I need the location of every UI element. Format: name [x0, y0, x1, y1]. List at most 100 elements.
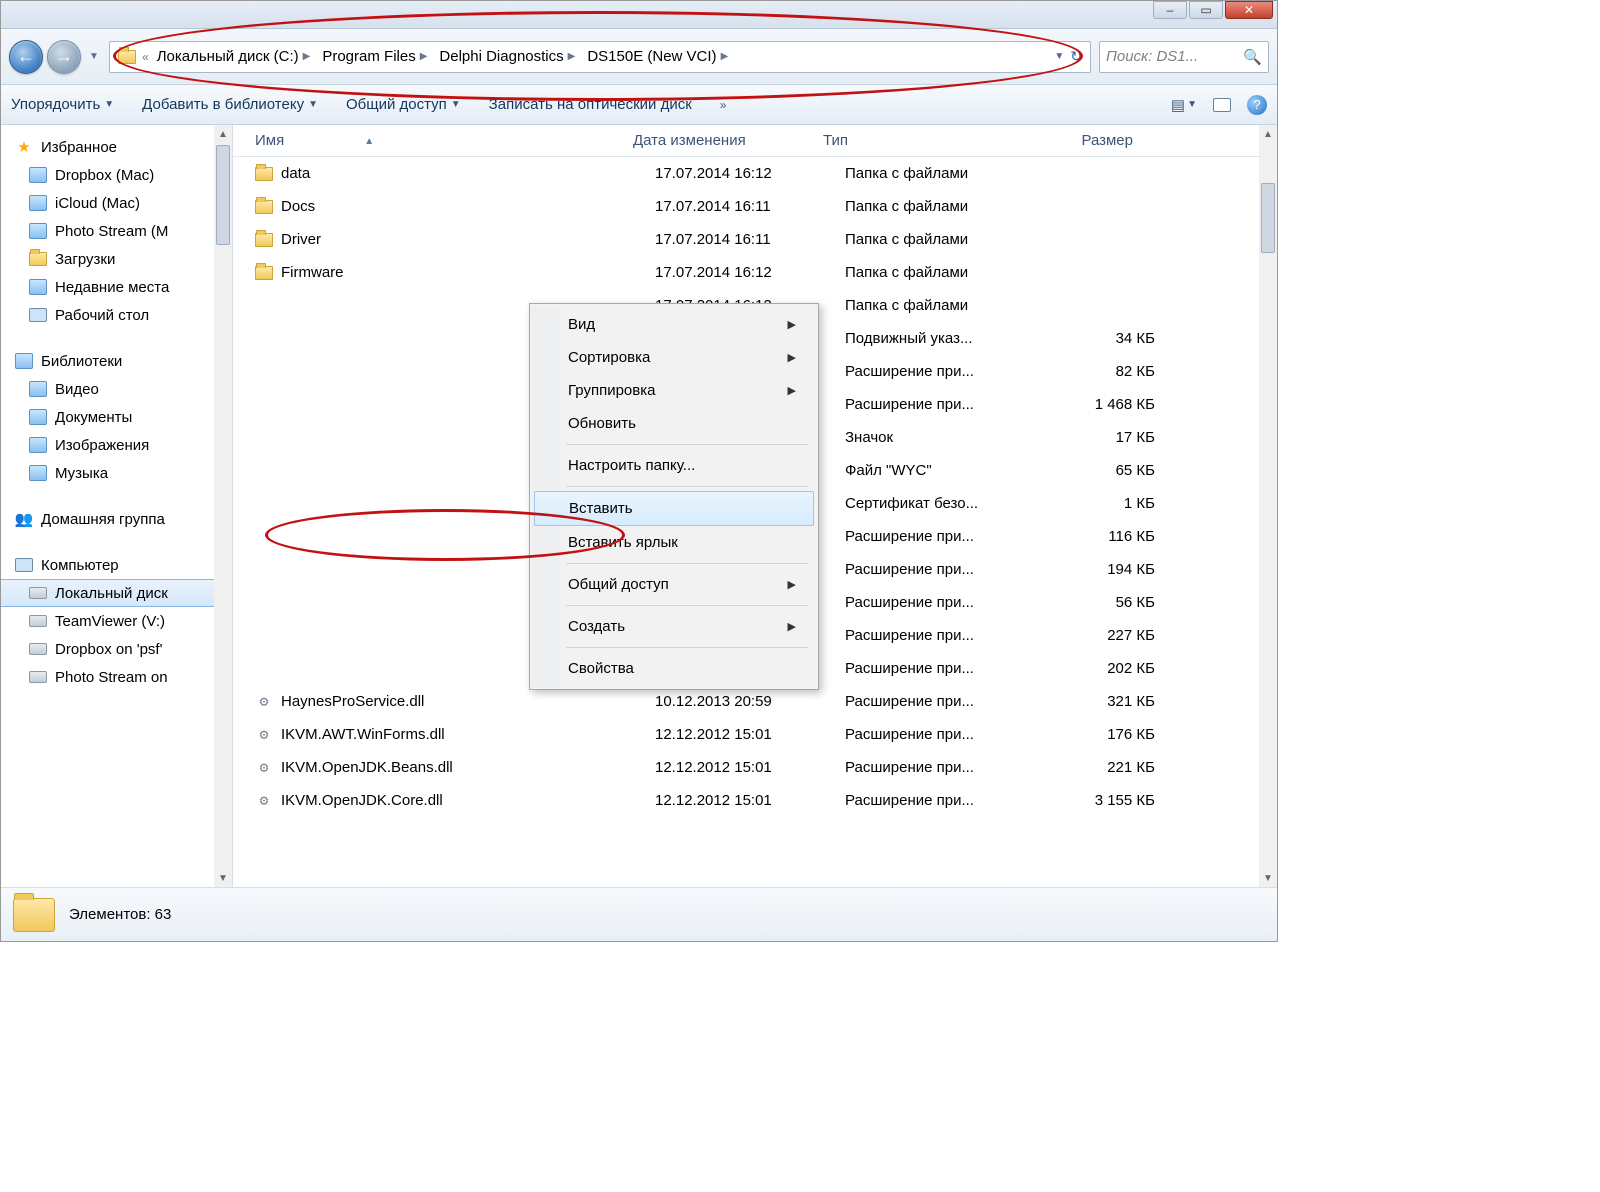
sidebar-item-recent[interactable]: Недавние места — [1, 273, 232, 301]
breadcrumb[interactable]: Локальный диск (C:)▶ — [151, 42, 317, 72]
dll-icon — [255, 792, 273, 810]
sidebar-computer-header[interactable]: Компьютер — [1, 551, 232, 579]
file-icon — [255, 594, 273, 612]
sidebar-scrollbar[interactable]: ▲ ▼ — [214, 125, 232, 887]
icloud-icon — [29, 195, 47, 211]
folder-icon — [255, 200, 273, 214]
organize-menu[interactable]: Упорядочить▼ — [11, 96, 114, 113]
burn-button[interactable]: Записать на оптический диск — [489, 96, 692, 113]
toolbar-overflow[interactable]: » — [720, 98, 727, 112]
sidebar-item-dropbox-net[interactable]: Dropbox on 'psf' — [1, 635, 232, 663]
scroll-down-icon[interactable]: ▼ — [1259, 869, 1277, 887]
ctx-group[interactable]: Группировка▶ — [532, 374, 816, 407]
file-size: 194 КБ — [1045, 561, 1175, 578]
file-type: Сертификат безо... — [845, 495, 1045, 512]
file-row[interactable]: IKVM.OpenJDK.Beans.dll12.12.2012 15:01Ра… — [233, 751, 1277, 784]
ctx-paste[interactable]: Вставить — [534, 491, 814, 526]
maximize-button[interactable]: ▭ — [1189, 1, 1223, 19]
chevron-right-icon: ▶ — [568, 51, 576, 62]
sidebar-item-desktop[interactable]: Рабочий стол — [1, 301, 232, 329]
file-icon — [255, 660, 273, 678]
file-name: Driver — [281, 231, 321, 248]
sidebar-item-documents[interactable]: Документы — [1, 403, 232, 431]
scroll-up-icon[interactable]: ▲ — [1259, 125, 1277, 143]
scroll-up-icon[interactable]: ▲ — [214, 125, 232, 143]
ctx-refresh[interactable]: Обновить — [532, 407, 816, 440]
sidebar-item-pictures[interactable]: Изображения — [1, 431, 232, 459]
sidebar-libraries-header[interactable]: Библиотеки — [1, 347, 232, 375]
view-options-button[interactable]: ▤▼ — [1171, 96, 1197, 114]
file-row[interactable]: Docs17.07.2014 16:11Папка с файлами — [233, 190, 1277, 223]
navigation-pane: ★Избранное Dropbox (Mac) iCloud (Mac) Ph… — [1, 125, 233, 887]
sidebar-item-videos[interactable]: Видео — [1, 375, 232, 403]
file-row[interactable]: data17.07.2014 16:12Папка с файлами — [233, 157, 1277, 190]
file-type: Папка с файлами — [845, 198, 1045, 215]
file-row[interactable]: IKVM.AWT.WinForms.dll12.12.2012 15:01Рас… — [233, 718, 1277, 751]
ctx-paste-shortcut[interactable]: Вставить ярлык — [532, 526, 816, 559]
drive-icon — [29, 587, 47, 599]
file-name: HaynesProService.dll — [281, 693, 424, 710]
homegroup-icon: 👥 — [15, 510, 33, 528]
ctx-customize-folder[interactable]: Настроить папку... — [532, 449, 816, 482]
sidebar-favorites-header[interactable]: ★Избранное — [1, 133, 232, 161]
sidebar-item-teamviewer[interactable]: TeamViewer (V:) — [1, 607, 232, 635]
ctx-properties[interactable]: Свойства — [532, 652, 816, 685]
preview-pane-button[interactable] — [1213, 98, 1231, 112]
column-date-header[interactable]: Дата изменения — [633, 132, 823, 149]
sidebar-item-dropbox-mac[interactable]: Dropbox (Mac) — [1, 161, 232, 189]
submenu-arrow-icon: ▶ — [788, 620, 796, 633]
chevron-down-icon[interactable]: ▼ — [1054, 51, 1064, 62]
breadcrumb[interactable]: Program Files▶ — [316, 42, 433, 72]
file-list-pane: Имя▲ Дата изменения Тип Размер data17.07… — [233, 125, 1277, 887]
status-bar: Элементов: 63 — [1, 887, 1277, 941]
scroll-thumb[interactable] — [216, 145, 230, 245]
ctx-share[interactable]: Общий доступ▶ — [532, 568, 816, 601]
file-icon — [255, 528, 273, 546]
file-date: 17.07.2014 16:11 — [655, 231, 845, 248]
sidebar-item-local-disk[interactable]: Локальный диск — [1, 579, 232, 607]
videos-icon — [29, 381, 47, 397]
history-dropdown[interactable]: ▼ — [85, 51, 103, 62]
scroll-thumb[interactable] — [1261, 183, 1275, 253]
sidebar-item-photo-stream-net[interactable]: Photo Stream on — [1, 663, 232, 691]
include-in-library-menu[interactable]: Добавить в библиотеку▼ — [142, 96, 318, 113]
ctx-view[interactable]: Вид▶ — [532, 308, 816, 341]
ctx-new[interactable]: Создать▶ — [532, 610, 816, 643]
help-button[interactable]: ? — [1247, 95, 1267, 115]
minimize-button[interactable]: – — [1153, 1, 1187, 19]
network-drive-icon — [29, 671, 47, 683]
forward-button[interactable]: → — [47, 40, 81, 74]
scroll-down-icon[interactable]: ▼ — [214, 869, 232, 887]
refresh-icon[interactable]: ↻ — [1070, 48, 1082, 65]
file-row[interactable]: Firmware17.07.2014 16:12Папка с файлами — [233, 256, 1277, 289]
file-row[interactable]: Driver17.07.2014 16:11Папка с файлами — [233, 223, 1277, 256]
close-button[interactable]: ✕ — [1225, 1, 1273, 19]
search-placeholder: Поиск: DS1... — [1106, 48, 1198, 65]
file-row[interactable]: IKVM.OpenJDK.Core.dll12.12.2012 15:01Рас… — [233, 784, 1277, 817]
submenu-arrow-icon: ▶ — [788, 351, 796, 364]
file-size: 17 КБ — [1045, 429, 1175, 446]
ctx-sort[interactable]: Сортировка▶ — [532, 341, 816, 374]
sidebar-item-photo-stream[interactable]: Photo Stream (M — [1, 217, 232, 245]
address-bar[interactable]: « Локальный диск (C:)▶ Program Files▶ De… — [109, 41, 1091, 73]
sidebar-homegroup-header[interactable]: 👥Домашняя группа — [1, 505, 232, 533]
file-type: Папка с файлами — [845, 297, 1045, 314]
file-type: Расширение при... — [845, 528, 1045, 545]
column-type-header[interactable]: Тип — [823, 132, 1023, 149]
sidebar-item-music[interactable]: Музыка — [1, 459, 232, 487]
breadcrumb[interactable]: Delphi Diagnostics▶ — [433, 42, 581, 72]
file-type: Расширение при... — [845, 693, 1045, 710]
breadcrumb[interactable]: DS150E (New VCI)▶ — [581, 42, 734, 72]
search-input[interactable]: Поиск: DS1... 🔍 — [1099, 41, 1269, 73]
column-name-header[interactable]: Имя▲ — [233, 132, 633, 149]
sidebar-item-icloud-mac[interactable]: iCloud (Mac) — [1, 189, 232, 217]
submenu-arrow-icon: ▶ — [788, 318, 796, 331]
file-date: 17.07.2014 16:12 — [655, 165, 845, 182]
sidebar-item-downloads[interactable]: Загрузки — [1, 245, 232, 273]
column-size-header[interactable]: Размер — [1023, 132, 1153, 149]
libraries-icon — [15, 353, 33, 369]
share-menu[interactable]: Общий доступ▼ — [346, 96, 461, 113]
documents-icon — [29, 409, 47, 425]
file-list-scrollbar[interactable]: ▲ ▼ — [1259, 125, 1277, 887]
back-button[interactable]: ← — [9, 40, 43, 74]
